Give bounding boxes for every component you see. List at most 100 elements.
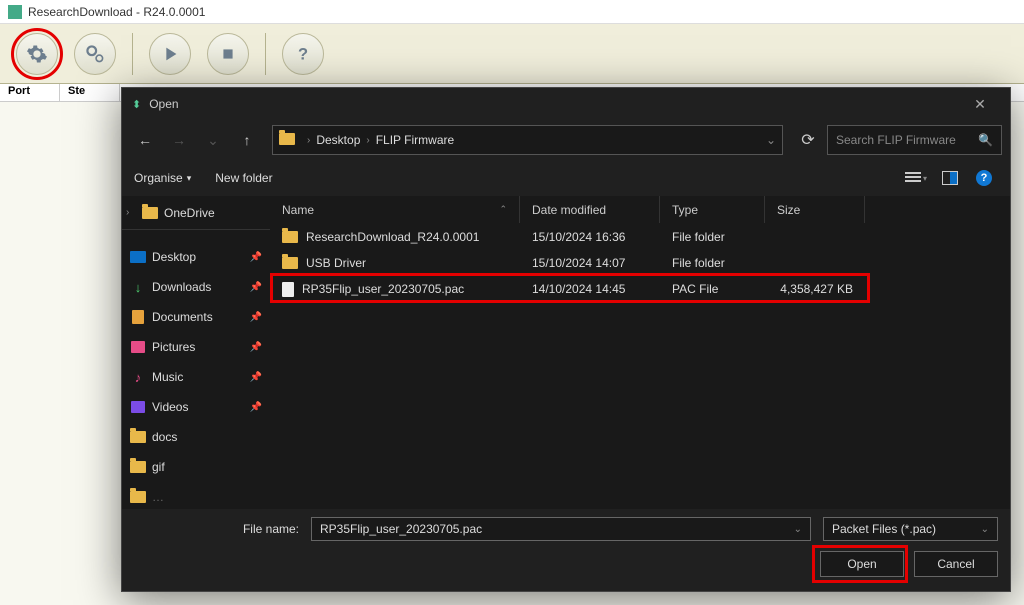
list-row[interactable]: ResearchDownload_R24.0.0001 15/10/2024 1… bbox=[270, 224, 1010, 250]
search-input[interactable]: Search FLIP Firmware 🔍 bbox=[827, 125, 1002, 155]
stop-button[interactable] bbox=[207, 33, 249, 75]
tree-label: OneDrive bbox=[164, 206, 215, 220]
arrow-left-icon: ← bbox=[138, 132, 152, 148]
pane-icon bbox=[942, 171, 958, 185]
col-type[interactable]: Type bbox=[660, 196, 765, 223]
folder-icon bbox=[279, 133, 295, 148]
chevron-right-icon: › bbox=[126, 207, 136, 218]
dialog-navbar: ← → ⌄ ↑ › Desktop › FLIP Firmware ⌄ ⟳ Se… bbox=[122, 120, 1010, 160]
list-view-icon bbox=[905, 172, 921, 184]
desktop-icon bbox=[130, 251, 146, 263]
start-button[interactable] bbox=[149, 33, 191, 75]
list-row[interactable]: RP35Flip_user_20230705.pac 14/10/2024 14… bbox=[270, 276, 1010, 302]
app-titlebar: ResearchDownload - R24.0.0001 bbox=[0, 0, 1024, 24]
settings-button[interactable] bbox=[16, 33, 58, 75]
help-button[interactable]: ? bbox=[970, 166, 998, 190]
file-list: Name⌃ Date modified Type Size ResearchDo… bbox=[270, 196, 1010, 509]
highlight-circle bbox=[11, 28, 63, 80]
folder-icon bbox=[130, 491, 146, 503]
documents-icon bbox=[132, 310, 144, 324]
col-size[interactable]: Size bbox=[765, 196, 865, 223]
dialog-titlebar: ⬍ Open ✕ bbox=[122, 88, 1010, 120]
downloads-icon: ↓ bbox=[130, 280, 146, 294]
dialog-title: Open bbox=[149, 97, 178, 111]
up-button[interactable]: ↑ bbox=[232, 125, 262, 155]
tree-desktop[interactable]: Desktop📌 bbox=[122, 242, 270, 272]
tree-music[interactable]: ♪Music📌 bbox=[122, 362, 270, 392]
search-placeholder: Search FLIP Firmware bbox=[836, 133, 978, 147]
file-name-input[interactable]: RP35Flip_user_20230705.pac ⌄ bbox=[311, 517, 811, 541]
music-icon: ♪ bbox=[130, 370, 146, 384]
play-icon bbox=[159, 43, 181, 65]
cancel-button[interactable]: Cancel bbox=[914, 551, 998, 577]
preview-pane-button[interactable] bbox=[936, 166, 964, 190]
pin-icon: 📌 bbox=[250, 342, 262, 353]
list-header: Name⌃ Date modified Type Size bbox=[270, 196, 1010, 224]
config-button[interactable] bbox=[74, 33, 116, 75]
open-button[interactable]: Open bbox=[820, 551, 904, 577]
app-icon bbox=[8, 5, 22, 19]
pin-icon: 📌 bbox=[250, 372, 262, 383]
dialog-toolbar: Organise ▾ New folder ▾ ? bbox=[122, 160, 1010, 196]
col-date[interactable]: Date modified bbox=[520, 196, 660, 223]
close-icon: ✕ bbox=[974, 96, 986, 113]
nav-tree: › OneDrive Desktop📌 ↓Downloads📌 Document… bbox=[122, 196, 270, 509]
file-name-label: File name: bbox=[134, 522, 299, 536]
svg-text:?: ? bbox=[298, 45, 308, 63]
col-name[interactable]: Name⌃ bbox=[270, 196, 520, 223]
pin-icon: 📌 bbox=[250, 312, 262, 323]
chevron-down-icon[interactable]: ⌄ bbox=[766, 133, 776, 147]
recent-button[interactable]: ⌄ bbox=[198, 125, 228, 155]
folder-icon bbox=[282, 231, 298, 243]
chevron-right-icon: › bbox=[307, 135, 310, 146]
folder-icon bbox=[282, 257, 298, 269]
close-button[interactable]: ✕ bbox=[960, 90, 1000, 118]
videos-icon bbox=[131, 401, 145, 413]
col-step: Ste bbox=[60, 84, 120, 101]
app-toolbar: ? bbox=[0, 24, 1024, 84]
new-folder-button[interactable]: New folder bbox=[215, 171, 272, 185]
forward-button[interactable]: → bbox=[164, 125, 194, 155]
back-button[interactable]: ← bbox=[130, 125, 160, 155]
refresh-button[interactable]: ⟳ bbox=[793, 125, 823, 155]
organise-menu[interactable]: Organise ▾ bbox=[134, 171, 191, 185]
pin-icon: 📌 bbox=[250, 252, 262, 263]
path-bar[interactable]: › Desktop › FLIP Firmware ⌄ bbox=[272, 125, 783, 155]
sort-arrow-icon: ⌃ bbox=[499, 204, 507, 215]
chevron-down-icon: ▾ bbox=[923, 174, 927, 183]
file-type-filter[interactable]: Packet Files (*.pac) ⌄ bbox=[823, 517, 998, 541]
folder-icon bbox=[142, 207, 158, 219]
list-row[interactable]: USB Driver 15/10/2024 14:07 File folder bbox=[270, 250, 1010, 276]
path-seg-1[interactable]: FLIP Firmware bbox=[376, 133, 454, 147]
view-mode-button[interactable]: ▾ bbox=[902, 166, 930, 190]
tree-onedrive[interactable]: › OneDrive bbox=[122, 196, 270, 230]
refresh-icon: ⟳ bbox=[801, 130, 814, 150]
tree-docs[interactable]: docs bbox=[122, 422, 270, 452]
tree-gif[interactable]: gif bbox=[122, 452, 270, 482]
stop-icon bbox=[217, 43, 239, 65]
chevron-down-icon: ⌄ bbox=[207, 132, 219, 149]
dialog-icon: ⬍ bbox=[132, 98, 141, 111]
tree-videos[interactable]: Videos📌 bbox=[122, 392, 270, 422]
tree-documents[interactable]: Documents📌 bbox=[122, 302, 270, 332]
question-icon: ? bbox=[292, 43, 314, 65]
chevron-down-icon[interactable]: ⌄ bbox=[794, 524, 802, 535]
arrow-right-icon: → bbox=[172, 132, 186, 148]
pictures-icon bbox=[131, 341, 145, 353]
double-gear-icon bbox=[82, 41, 108, 67]
app-title: ResearchDownload - R24.0.0001 bbox=[28, 5, 205, 19]
chevron-right-icon: › bbox=[366, 135, 369, 146]
chevron-down-icon[interactable]: ⌄ bbox=[981, 524, 989, 535]
chevron-down-icon: ▾ bbox=[187, 173, 192, 184]
dialog-footer: File name: RP35Flip_user_20230705.pac ⌄ … bbox=[122, 509, 1010, 591]
tree-pictures[interactable]: Pictures📌 bbox=[122, 332, 270, 362]
tree-more[interactable]: … bbox=[122, 482, 270, 509]
path-seg-0[interactable]: Desktop bbox=[316, 133, 360, 147]
open-dialog: ⬍ Open ✕ ← → ⌄ ↑ › Desktop › FLIP Firmwa… bbox=[121, 87, 1011, 592]
help-button[interactable]: ? bbox=[282, 33, 324, 75]
arrow-up-icon: ↑ bbox=[244, 132, 251, 148]
tree-downloads[interactable]: ↓Downloads📌 bbox=[122, 272, 270, 302]
help-icon: ? bbox=[976, 170, 992, 186]
folder-icon bbox=[130, 431, 146, 443]
search-icon: 🔍 bbox=[978, 133, 993, 147]
